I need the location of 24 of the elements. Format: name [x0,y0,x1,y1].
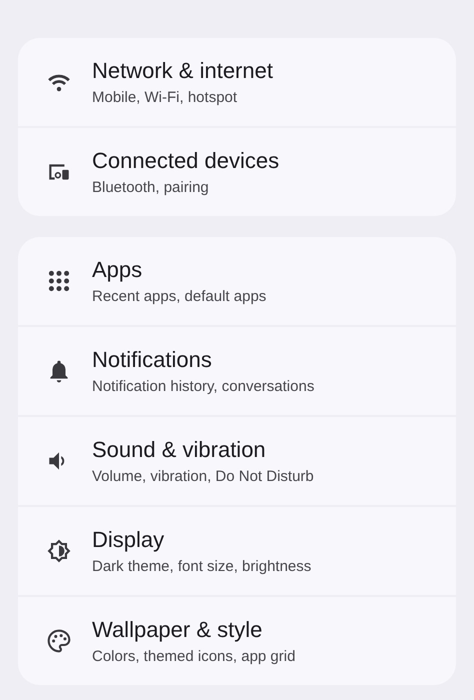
item-subtitle: Dark theme, font size, brightness [92,558,312,576]
item-subtitle: Colors, themed icons, app grid [92,648,296,666]
settings-item[interactable]: Display Dark theme, font size, brightness [18,507,456,595]
item-subtitle: Volume, vibration, Do Not Disturb [92,468,314,486]
item-title: Network & internet [92,58,273,84]
settings-item[interactable]: Connected devices Bluetooth, pairing [18,128,456,216]
item-subtitle: Bluetooth, pairing [92,178,210,196]
settings-item[interactable]: Network & internet Mobile, Wi-Fi, hotspot [18,38,456,126]
item-subtitle: Mobile, Wi-Fi, hotspot [92,88,238,106]
settings-item[interactable]: Wallpaper & style Colors, themed icons, app grid [18,597,456,685]
settings-item[interactable]: Apps Recent apps, default apps [18,237,456,325]
brightness-icon [46,538,72,564]
item-subtitle: Recent apps, default apps [92,288,266,306]
item-title: Notifications [92,346,213,372]
item-title: Connected devices [92,148,280,174]
item-title: Display [92,526,166,552]
apps-grid-icon [46,268,72,294]
settings-item[interactable]: Notifications Notification history, conversations [18,327,456,415]
item-subtitle: Notification history, conversations [92,378,314,396]
item-title: Apps [92,256,144,282]
palette-icon [46,628,72,654]
settings-item[interactable]: Sound & vibration Volume, vibration, Do Not Disturb [18,417,456,505]
item-title: Sound & vibration [92,436,267,462]
item-title: Wallpaper & style [92,616,264,642]
